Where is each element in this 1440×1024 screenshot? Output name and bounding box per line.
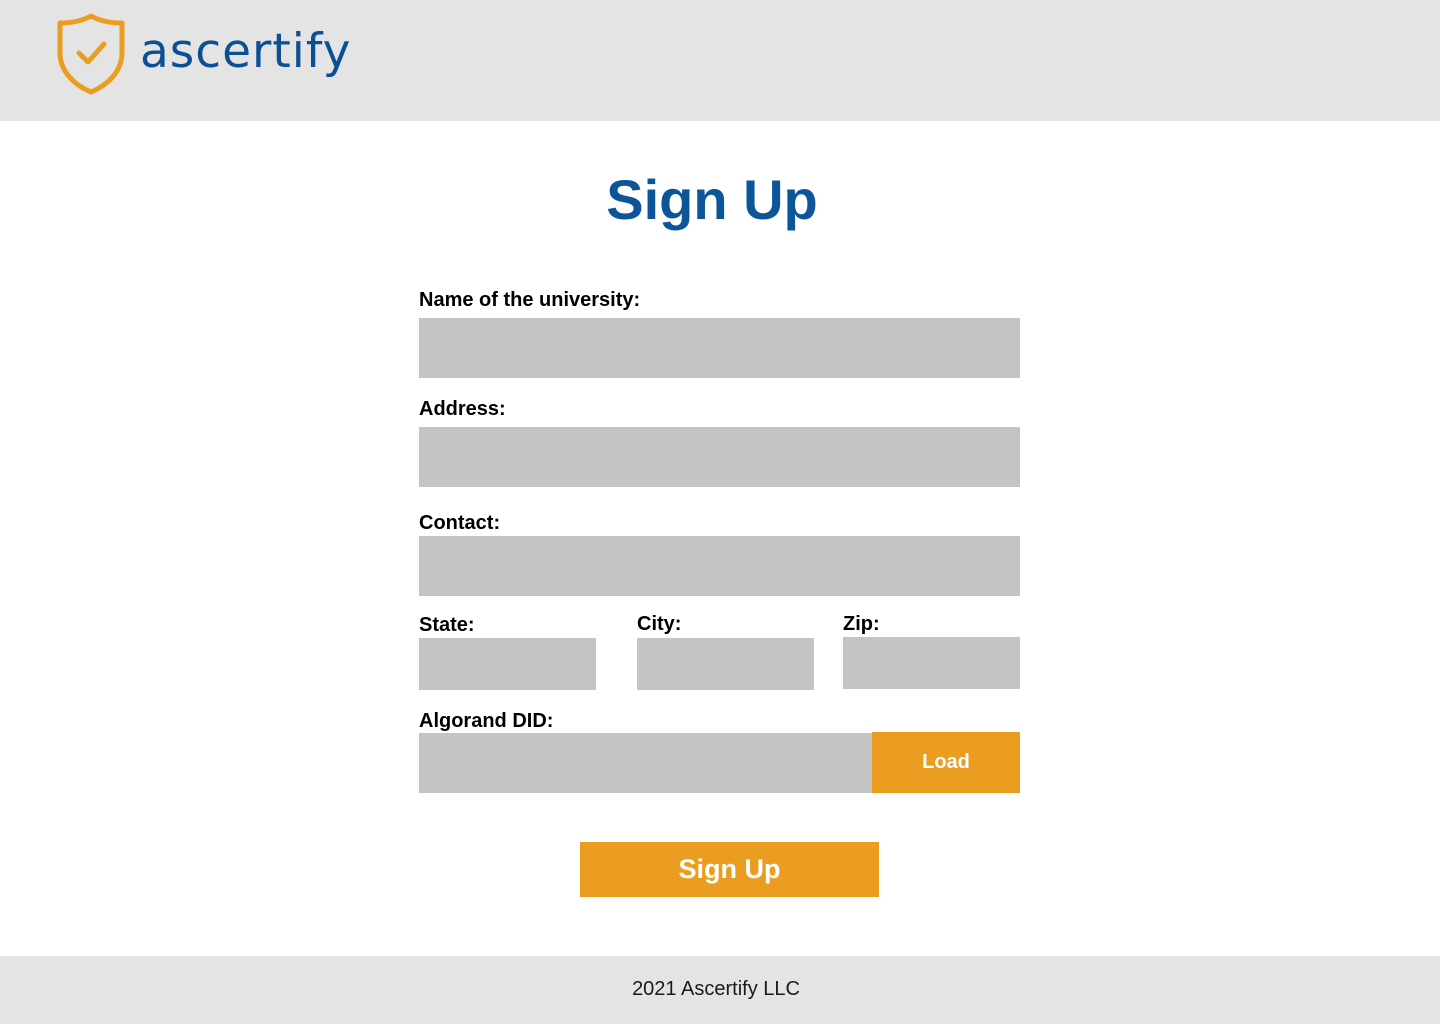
- city-input[interactable]: [637, 638, 814, 690]
- address-label: Address:: [419, 398, 506, 420]
- load-button[interactable]: Load: [872, 732, 1020, 793]
- algorand-did-input[interactable]: [419, 733, 873, 793]
- page-title: Sign Up: [606, 168, 818, 231]
- brand-name: ascertify: [140, 23, 352, 79]
- algorand-did-label: Algorand DID:: [419, 710, 554, 732]
- contact-label: Contact:: [419, 512, 501, 534]
- footer: 2021 Ascertify LLC: [0, 956, 1440, 1024]
- contact-input[interactable]: [419, 536, 1020, 596]
- zip-input[interactable]: [843, 637, 1020, 689]
- state-label: State:: [419, 614, 475, 636]
- university-input[interactable]: [419, 318, 1020, 378]
- address-input[interactable]: [419, 427, 1020, 487]
- header: ascertify: [0, 0, 1440, 121]
- sign-up-button[interactable]: Sign Up: [580, 842, 879, 897]
- state-input[interactable]: [419, 638, 596, 690]
- university-label: Name of the university:: [419, 289, 641, 311]
- brand-logo[interactable]: ascertify: [56, 13, 351, 95]
- footer-copyright: 2021 Ascertify LLC: [632, 978, 800, 1000]
- city-label: City:: [637, 613, 682, 635]
- shield-check-icon: [57, 13, 125, 95]
- zip-label: Zip:: [843, 613, 880, 635]
